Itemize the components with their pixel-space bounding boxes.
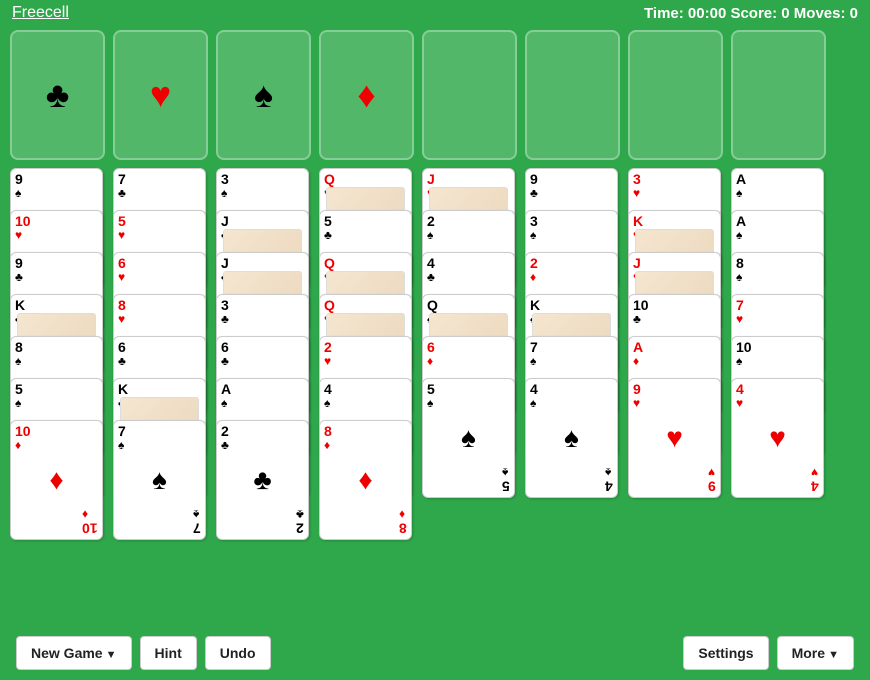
foundation-4[interactable] <box>731 30 826 160</box>
column-8: ♠A♠A♠♠A♠A♠♠8♠8♠♥7♥7♥♠10♠10♠♥4♥4♥ <box>731 168 826 540</box>
column-1: ♠9♠9♠♥10♥10♥♣9♣9♣👑K♣K♣♠8♠8♠♠5♠5♠♦10♦10♦ <box>10 168 105 540</box>
more-button[interactable]: More <box>777 636 854 670</box>
new-game-button[interactable]: New Game <box>16 636 132 670</box>
header: Freecell Time: 00:00 Score: 0 Moves: 0 <box>0 0 870 26</box>
foundation-1[interactable] <box>422 30 517 160</box>
column-3: ♠3♠3♠♞J♣J♣♞J♣J♣♣3♣3♣♣6♣6♣♠A♠A♠♣2♣2♣ <box>216 168 311 540</box>
foundation-2[interactable] <box>525 30 620 160</box>
hint-button[interactable]: Hint <box>140 636 197 670</box>
freecell-2[interactable]: ♥ <box>113 30 208 160</box>
top-row: ♣ ♥ ♠ ♦ <box>10 30 860 160</box>
table-card[interactable]: ♣2♣2♣ <box>216 420 309 540</box>
foundation-3[interactable] <box>628 30 723 160</box>
right-buttons: Settings More <box>683 636 854 670</box>
table-card[interactable]: ♦10♦10♦ <box>10 420 103 540</box>
tableau: ♠9♠9♠♥10♥10♥♣9♣9♣👑K♣K♣♠8♠8♠♠5♠5♠♦10♦10♦♣… <box>10 168 860 540</box>
freecell-1[interactable]: ♣ <box>10 30 105 160</box>
table-card[interactable]: ♦8♦8♦ <box>319 420 412 540</box>
column-4: ♛Q♥Q♥♣5♣5♣♛Q♥Q♥♛Q♥Q♥♥2♥2♥♠4♠4♠♦8♦8♦ <box>319 168 414 540</box>
table-card[interactable]: ♥4♥4♥ <box>731 378 824 498</box>
game-area: ♣ ♥ ♠ ♦ ♠9♠9♠♥10♥10♥♣9♣9♣👑K♣K♣♠8♠8♠♠5♠5♠… <box>0 26 870 544</box>
bottom-bar: New Game Hint Undo Settings More <box>0 625 870 680</box>
column-7: ♥3♥3♥👑K♥K♥♞J♥J♥♣10♣10♣♦A♦A♦♥9♥9♥ <box>628 168 723 540</box>
column-5: ♞J♥J♥♠2♠2♠♣4♣4♣♛Q♠Q♠♦6♦6♦♠5♠5♠ <box>422 168 517 540</box>
freecell-4[interactable]: ♦ <box>319 30 414 160</box>
stats-display: Time: 00:00 Score: 0 Moves: 0 <box>644 5 858 22</box>
table-card[interactable]: ♠4♠4♠ <box>525 378 618 498</box>
settings-button[interactable]: Settings <box>683 636 768 670</box>
table-card[interactable]: ♥9♥9♥ <box>628 378 721 498</box>
freecell-3[interactable]: ♠ <box>216 30 311 160</box>
table-card[interactable]: ♠7♠7♠ <box>113 420 206 540</box>
left-buttons: New Game Hint Undo <box>16 636 271 670</box>
table-card[interactable]: ♠5♠5♠ <box>422 378 515 498</box>
column-6: ♣9♣9♣♠3♠3♠♦2♦2♦👑K♠K♠♠7♠7♠♠4♠4♠ <box>525 168 620 540</box>
column-2: ♣7♣7♣♥5♥5♥♥6♥6♥♥8♥8♥♣6♣6♣👑K♣K♣♠7♠7♠ <box>113 168 208 540</box>
game-title[interactable]: Freecell <box>12 4 69 22</box>
undo-button[interactable]: Undo <box>205 636 271 670</box>
